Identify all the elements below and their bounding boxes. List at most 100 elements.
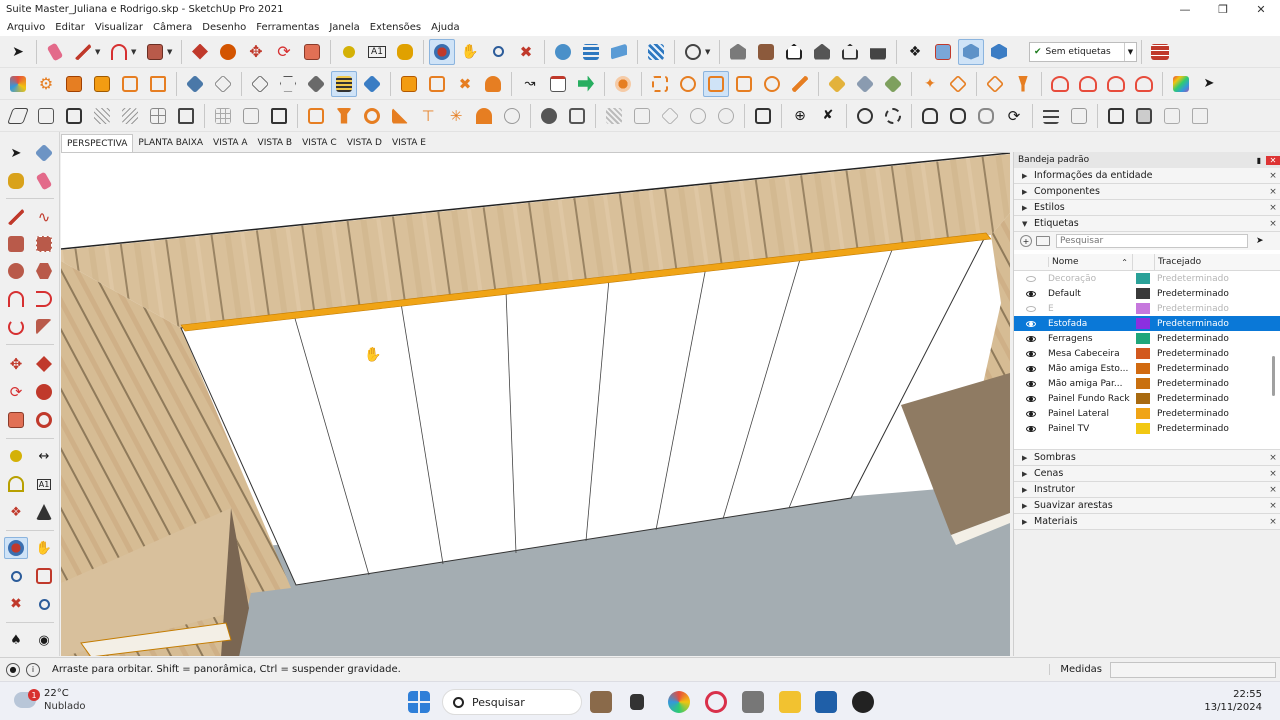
ext-people-button[interactable] [480, 71, 506, 97]
ext-doc-button[interactable] [545, 71, 571, 97]
protractor-left-button[interactable] [4, 473, 28, 495]
previous-view-left-button[interactable] [32, 593, 56, 615]
tag-dash[interactable]: Predeterminado [1154, 379, 1254, 389]
ext-box-b-button[interactable] [852, 71, 878, 97]
add-tag-icon[interactable]: + [1020, 235, 1032, 247]
line-dropdown-icon[interactable]: ▼ [95, 48, 103, 56]
menu-camera[interactable]: Câmera [148, 22, 197, 33]
tags-scrollbar[interactable] [1272, 356, 1276, 446]
follow-me-button[interactable] [215, 39, 241, 65]
dimension-left-button[interactable]: ↔ [32, 445, 56, 467]
top-view-button[interactable] [753, 39, 779, 65]
ext-solid-button[interactable] [303, 71, 329, 97]
col-dash-header[interactable]: Tracejado [1154, 254, 1234, 270]
offset-left-button[interactable] [32, 409, 56, 431]
snipping-tool-icon[interactable] [742, 691, 764, 713]
paint-left-button[interactable] [4, 170, 28, 192]
ext-point-button[interactable]: ⊕ [787, 103, 813, 129]
ext-burst-button[interactable]: ✳ [443, 103, 469, 129]
zoom-left-button[interactable] [4, 565, 28, 587]
tag-color-swatch[interactable] [1136, 378, 1150, 389]
restore-icon[interactable]: ❐ [1204, 0, 1242, 19]
menu-arquivo[interactable]: Arquivo [2, 22, 50, 33]
panel-styles[interactable]: ▶ Estilos × [1014, 200, 1280, 216]
panel-close-icon[interactable]: × [1266, 171, 1280, 181]
ext-frame-button[interactable] [117, 71, 143, 97]
panel-close-icon[interactable]: × [1266, 469, 1280, 479]
measurements-input[interactable] [1110, 661, 1276, 678]
ext-cross-button[interactable]: ✖ [452, 71, 478, 97]
iso-view-button[interactable] [725, 39, 751, 65]
freehand-left-button[interactable]: ∿ [32, 206, 56, 228]
ext-cabinet2-button[interactable] [1131, 103, 1157, 129]
ext-cube-line-button[interactable] [33, 103, 59, 129]
menu-ajuda[interactable]: Ajuda [426, 22, 464, 33]
ext-circle-button[interactable] [359, 103, 385, 129]
copilot-icon[interactable] [668, 691, 690, 713]
orbit-left-button[interactable] [4, 537, 28, 559]
select-left-button[interactable]: ➤ [4, 142, 28, 164]
scene-tab-vista-d[interactable]: VISTA D [342, 134, 387, 152]
details-arrow-icon[interactable]: ➤ [1256, 236, 1264, 246]
section-plane-button[interactable] [550, 39, 576, 65]
visibility-eye-icon[interactable] [1014, 410, 1048, 417]
ext-subtract-button[interactable] [564, 103, 590, 129]
tag-dash[interactable]: Predeterminado [1154, 289, 1254, 299]
right-view-button[interactable] [809, 39, 835, 65]
section-fill-button[interactable] [606, 39, 632, 65]
ext-cabinet3-button[interactable] [1159, 103, 1185, 129]
panel-materials[interactable]: ▶ Materiais × [1014, 514, 1280, 530]
add-folder-icon[interactable] [1036, 236, 1050, 246]
ext-swirl-button[interactable] [852, 103, 878, 129]
push-pull-button[interactable] [187, 39, 213, 65]
ext-gear-button[interactable]: ⚙ [33, 71, 59, 97]
eraser-left-button[interactable] [32, 170, 56, 192]
pie-left-button[interactable] [32, 316, 56, 338]
orbit-button[interactable] [429, 38, 455, 65]
ext-refresh-button[interactable]: ⟳ [1001, 103, 1027, 129]
visibility-eye-icon[interactable] [1014, 425, 1048, 432]
ext-pattern3-button[interactable] [657, 103, 683, 129]
active-tag-select[interactable]: ✔ Sem etiquetas ▼ [1029, 41, 1137, 62]
ext-corner-button[interactable] [173, 103, 199, 129]
ext-ruler-button[interactable] [387, 103, 413, 129]
account-button[interactable] [680, 39, 706, 65]
tag-dash[interactable]: Predeterminado [1154, 394, 1254, 404]
visibility-eye-icon[interactable] [1014, 380, 1048, 387]
ext-pattern4-button[interactable] [685, 103, 711, 129]
rotate-left-button[interactable]: ⟳ [4, 381, 28, 403]
ext-cube-dark-button[interactable] [61, 103, 87, 129]
ext-90-button[interactable] [675, 71, 701, 97]
menu-janela[interactable]: Janela [324, 22, 364, 33]
followme-left-button[interactable] [32, 381, 56, 403]
panel-soften-edges[interactable]: ▶ Suavizar arestas × [1014, 498, 1280, 514]
rect-left-button[interactable] [4, 233, 28, 255]
ext-layers-button[interactable] [331, 70, 357, 97]
menu-desenho[interactable]: Desenho [197, 22, 251, 33]
ext-cloud2-button[interactable] [1075, 71, 1101, 97]
zoom-extents-button[interactable]: ✖ [513, 39, 539, 65]
visibility-eye-icon[interactable] [1014, 395, 1048, 402]
scene-tab-vista-e[interactable]: VISTA E [387, 134, 431, 152]
tag-row[interactable]: Painel Fundo Rack Predeterminado [1014, 391, 1280, 406]
tag-color-swatch[interactable] [1136, 363, 1150, 374]
ext-cursor-button[interactable]: ✦ [917, 71, 943, 97]
visibility-eye-icon[interactable] [1014, 290, 1048, 297]
paint-bucket-button[interactable] [392, 39, 418, 65]
tray-close-icon[interactable]: ✕ [1266, 155, 1280, 165]
move-left-button[interactable]: ✥ [4, 353, 28, 375]
tag-color-swatch[interactable] [1136, 288, 1150, 299]
menu-extensoes[interactable]: Extensões [365, 22, 426, 33]
eraser-button[interactable] [42, 39, 68, 65]
tag-row[interactable]: Mão amiga Esto... Predeterminado [1014, 361, 1280, 376]
panel-close-icon[interactable]: × [1266, 501, 1280, 511]
arc3-left-button[interactable] [4, 316, 28, 338]
system-clock[interactable]: 22:55 13/11/2024 [1204, 688, 1262, 714]
ext-hatch-button[interactable] [89, 103, 115, 129]
tag-row[interactable]: Mão amiga Par... Predeterminado [1014, 376, 1280, 391]
panel-close-icon[interactable]: × [1266, 187, 1280, 197]
tag-dash[interactable]: Predeterminado [1154, 409, 1254, 419]
ext-sphere-button[interactable] [499, 103, 525, 129]
col-name-header[interactable]: Nome ⌃ [1048, 257, 1132, 267]
ext-stool-button[interactable] [331, 103, 357, 129]
